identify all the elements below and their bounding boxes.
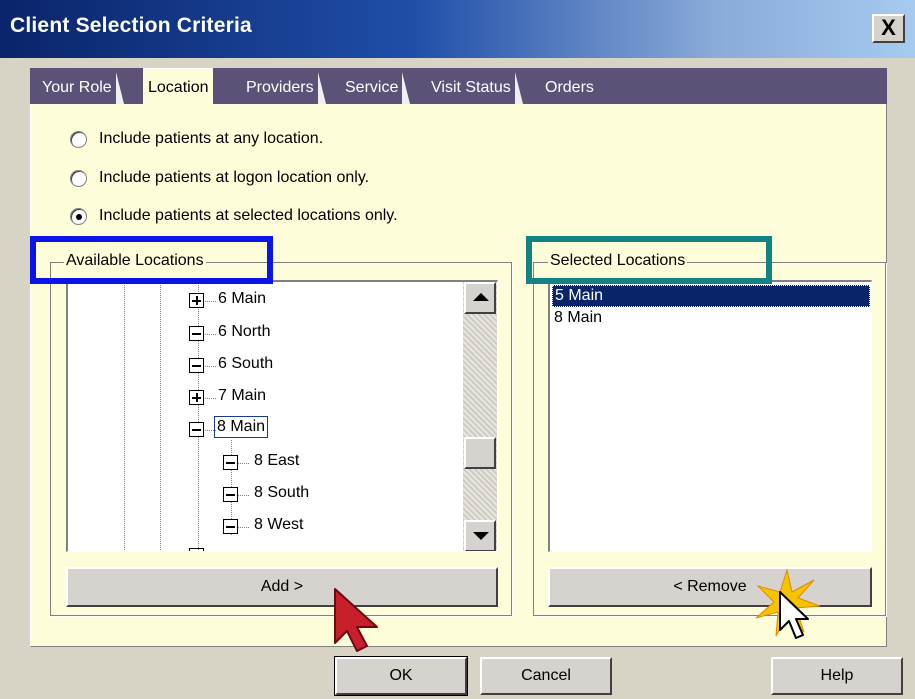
title-bar[interactable]: Client Selection Criteria X [0, 0, 915, 58]
white-arrow-cursor-icon [779, 591, 809, 639]
collapse-minus-icon[interactable] [223, 519, 238, 534]
tree-node-8-east[interactable]: 8 East [254, 452, 299, 470]
tree-node-8-south[interactable]: 8 South [254, 484, 309, 502]
down-arrow-icon [473, 532, 489, 540]
scroll-thumb[interactable] [464, 437, 496, 469]
tree-node-8-west[interactable]: 8 West [254, 516, 304, 534]
tab-location[interactable]: Location [143, 68, 213, 106]
expand-plus-icon[interactable] [189, 293, 204, 308]
tree-node-6-south[interactable]: 6 South [218, 355, 273, 373]
tree-node-6-main[interactable]: 6 Main [218, 290, 266, 308]
tree-connector [160, 282, 161, 551]
ok-button[interactable]: OK [334, 656, 468, 696]
tree-node-8-main[interactable]: 8 Main [214, 416, 269, 438]
tab-orders[interactable]: Orders [541, 72, 598, 104]
radio-button-icon[interactable] [70, 130, 87, 148]
radio-selected-locations[interactable]: Include patients at selected locations o… [70, 204, 398, 228]
expand-plus-icon[interactable] [189, 390, 204, 405]
radio-logon-location[interactable]: Include patients at logon location only. [70, 166, 369, 190]
available-locations-tree[interactable]: 6 Main 6 North 6 South 7 Main 8 Main 8 E… [66, 280, 498, 552]
tab-your-role[interactable]: Your Role [38, 72, 124, 104]
tab-visit-status[interactable]: Visit Status [427, 72, 523, 104]
radio-label: Include patients at selected locations o… [99, 207, 398, 224]
partial-node-icon [189, 548, 204, 551]
collapse-minus-icon[interactable] [189, 422, 204, 437]
scroll-down-button[interactable] [464, 520, 496, 551]
collapse-minus-icon[interactable] [223, 487, 238, 502]
tree-node-7-main[interactable]: 7 Main [218, 387, 266, 405]
red-arrow-cursor-icon [334, 588, 378, 652]
up-arrow-icon [473, 293, 489, 301]
list-item-5-main[interactable]: 5 Main [552, 285, 870, 307]
radio-label: Include patients at any location. [99, 130, 324, 147]
tree-node-6-north[interactable]: 6 North [218, 323, 270, 341]
dialog-title: Client Selection Criteria [10, 14, 252, 37]
add-button[interactable]: Add > [66, 567, 498, 607]
radio-label: Include patients at logon location only. [99, 169, 370, 186]
list-item-8-main[interactable]: 8 Main [552, 307, 870, 329]
tab-providers[interactable]: Providers [242, 72, 326, 104]
collapse-minus-icon[interactable] [189, 326, 204, 341]
radio-any-location[interactable]: Include patients at any location. [70, 127, 323, 151]
selected-locations-legend: Selected Locations [548, 252, 688, 270]
selected-locations-list[interactable]: 5 Main 8 Main [548, 280, 872, 552]
cancel-button[interactable]: Cancel [480, 657, 612, 695]
remove-button[interactable]: < Remove [548, 567, 872, 607]
scroll-up-button[interactable] [464, 282, 496, 314]
tree-vertical-scrollbar[interactable] [463, 282, 497, 551]
available-locations-legend: Available Locations [64, 252, 206, 270]
tab-service[interactable]: Service [341, 72, 411, 104]
collapse-minus-icon[interactable] [223, 455, 238, 470]
help-button[interactable]: Help [771, 657, 903, 695]
client-selection-dialog: Client Selection Criteria X Your Role Lo… [0, 0, 915, 699]
radio-button-icon[interactable] [70, 169, 87, 187]
tree-connector [124, 282, 125, 551]
collapse-minus-icon[interactable] [189, 358, 204, 373]
close-button[interactable]: X [872, 14, 905, 43]
radio-button-checked-icon[interactable] [70, 207, 87, 225]
tree-connector [198, 282, 199, 551]
